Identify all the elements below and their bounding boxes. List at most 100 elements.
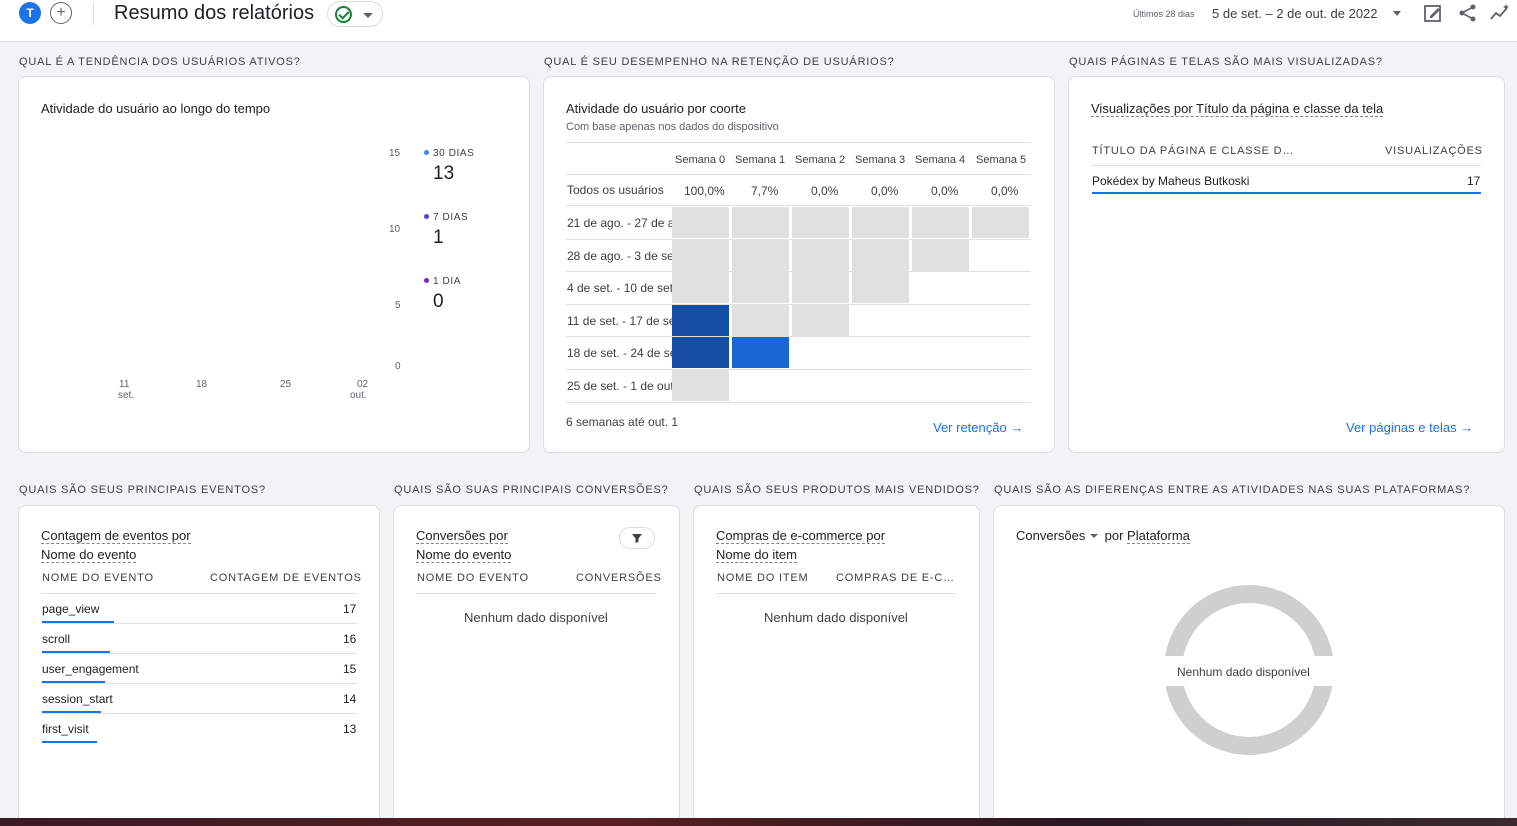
divider: [566, 174, 1031, 175]
event-count: 15: [343, 662, 357, 676]
cohort-cell[interactable]: [732, 304, 789, 336]
week-header: Semana 3: [855, 154, 906, 166]
cohort-cell[interactable]: [972, 207, 1029, 238]
date-range-picker[interactable]: 5 de set. – 2 de out. de 2022: [1212, 6, 1378, 21]
cohort-cell[interactable]: [912, 239, 969, 271]
cohort-cell[interactable]: [672, 272, 729, 304]
empty-state-text: Nenhum dado disponível: [464, 610, 608, 625]
active-users-card: [18, 76, 530, 453]
y-tick-label: 0: [395, 361, 401, 372]
event-name: session_start: [42, 692, 113, 706]
cohort-cell[interactable]: [792, 239, 849, 271]
cohort-cell[interactable]: [672, 370, 729, 401]
empty-state-text: Nenhum dado disponível: [764, 610, 908, 625]
dimension-label[interactable]: Nome do item: [716, 547, 797, 563]
legend-dot-icon: [424, 150, 429, 155]
table-row-name: Pokédex by Maheus Butkoski: [1092, 174, 1250, 188]
legend-value: 0: [433, 291, 444, 312]
add-comparison-button[interactable]: +: [50, 2, 72, 24]
all-users-label: Todos os usuários: [567, 183, 664, 197]
dimension-label[interactable]: Nome do evento: [41, 547, 137, 563]
insights-icon[interactable]: [1490, 3, 1510, 23]
card-title: Contagem de eventos por: [41, 528, 191, 544]
value-bar: [1092, 192, 1481, 194]
metric-selector[interactable]: Conversões: [1016, 528, 1085, 543]
divider: [41, 593, 357, 594]
account-avatar[interactable]: T: [19, 2, 41, 24]
cohort-row-label: 4 de set. - 10 de set.: [567, 281, 672, 296]
metric-label[interactable]: Conversões por: [416, 528, 508, 544]
arrow-right-icon: →: [1460, 420, 1474, 435]
divider: [566, 369, 1031, 370]
filter-icon[interactable]: [619, 527, 655, 549]
card-title[interactable]: Visualizações por Título da página e cla…: [1091, 101, 1384, 117]
caret-down-icon[interactable]: [1393, 11, 1401, 16]
divider: [1091, 165, 1481, 166]
event-name: user_engagement: [42, 662, 139, 676]
customize-report-icon[interactable]: [1423, 3, 1443, 23]
event-count: 16: [343, 632, 357, 646]
legend-7-days: 7 DIAS: [424, 212, 468, 223]
link-label: Ver retenção: [933, 420, 1007, 435]
card-title: Compras de e-commerce por: [716, 528, 886, 544]
cohort-cell[interactable]: [732, 272, 789, 304]
cohort-cell[interactable]: [852, 239, 909, 271]
y-tick-label: 15: [389, 148, 401, 159]
cohort-cell[interactable]: [732, 337, 789, 369]
value-bar: [42, 741, 97, 743]
divider: [41, 683, 357, 684]
metric-label[interactable]: Compras de e-commerce por: [716, 528, 886, 544]
y-tick-label: 5: [395, 300, 401, 311]
legend-value: 1: [433, 227, 444, 248]
cohort-cell[interactable]: [672, 239, 729, 271]
caret-down-icon[interactable]: [1090, 534, 1098, 538]
cohort-cell[interactable]: [732, 207, 789, 238]
card-title: Atividade do usuário ao longo do tempo: [41, 101, 271, 116]
legend-label: 1 DIA: [433, 276, 462, 287]
x-tick-label: 02: [357, 379, 369, 390]
legend-label: 30 DIAS: [433, 148, 475, 159]
caret-down-icon: [363, 13, 373, 18]
column-header: VISUALIZAÇÕES: [1385, 145, 1483, 157]
divider: [566, 205, 1031, 206]
view-pages-link[interactable]: Ver páginas e telas →: [1346, 420, 1473, 435]
pages-card: [1068, 76, 1505, 453]
cohort-cell[interactable]: [792, 207, 849, 238]
cohort-cell[interactable]: [792, 272, 849, 304]
cohort-cell[interactable]: [732, 239, 789, 271]
week-header: Semana 5: [976, 154, 1027, 166]
event-name: first_visit: [42, 722, 89, 736]
x-tick-label: out.: [350, 390, 367, 401]
date-range-label: Últimos 28 dias: [1133, 9, 1195, 19]
cohort-cell[interactable]: [912, 207, 969, 238]
column-header: CONTAGEM DE EVENTOS: [210, 572, 362, 584]
view-retention-link[interactable]: Ver retenção →: [933, 420, 1023, 435]
legend-30-days: 30 DIAS: [424, 148, 474, 159]
share-icon[interactable]: [1458, 3, 1478, 23]
by-label: por: [1104, 528, 1124, 543]
cohort-cell[interactable]: [852, 207, 909, 238]
legend-value: 13: [433, 163, 455, 184]
event-name: page_view: [42, 602, 100, 616]
cohort-cell[interactable]: [672, 304, 729, 336]
divider: [41, 653, 357, 654]
cohort-cell[interactable]: [852, 272, 909, 304]
x-tick-label: 25: [280, 379, 292, 390]
cohort-cell[interactable]: [672, 337, 729, 369]
page-title: Resumo dos relatórios: [114, 2, 315, 24]
all-users-value: 7,7%: [751, 184, 779, 198]
all-users-value: 0,0%: [991, 184, 1019, 198]
divider: [566, 401, 1031, 403]
divider: [566, 142, 1031, 143]
dimension-label[interactable]: Nome do evento: [416, 547, 512, 563]
section-title-events: QUAIS SÃO SEUS PRINCIPAIS EVENTOS?: [19, 484, 266, 496]
all-users-value: 0,0%: [811, 184, 839, 198]
cohort-cell[interactable]: [672, 207, 729, 238]
dimension-label[interactable]: Plataforma: [1127, 528, 1190, 544]
metric-label[interactable]: Contagem de eventos por: [41, 528, 191, 544]
x-tick-label: set.: [118, 390, 135, 401]
section-title-platforms: QUAIS SÃO AS DIFERENÇAS ENTRE AS ATIVIDA…: [994, 484, 1471, 496]
empty-state-text: Nenhum dado disponível: [1177, 665, 1310, 679]
cohort-cell[interactable]: [792, 304, 849, 336]
status-dropdown[interactable]: [327, 1, 383, 27]
